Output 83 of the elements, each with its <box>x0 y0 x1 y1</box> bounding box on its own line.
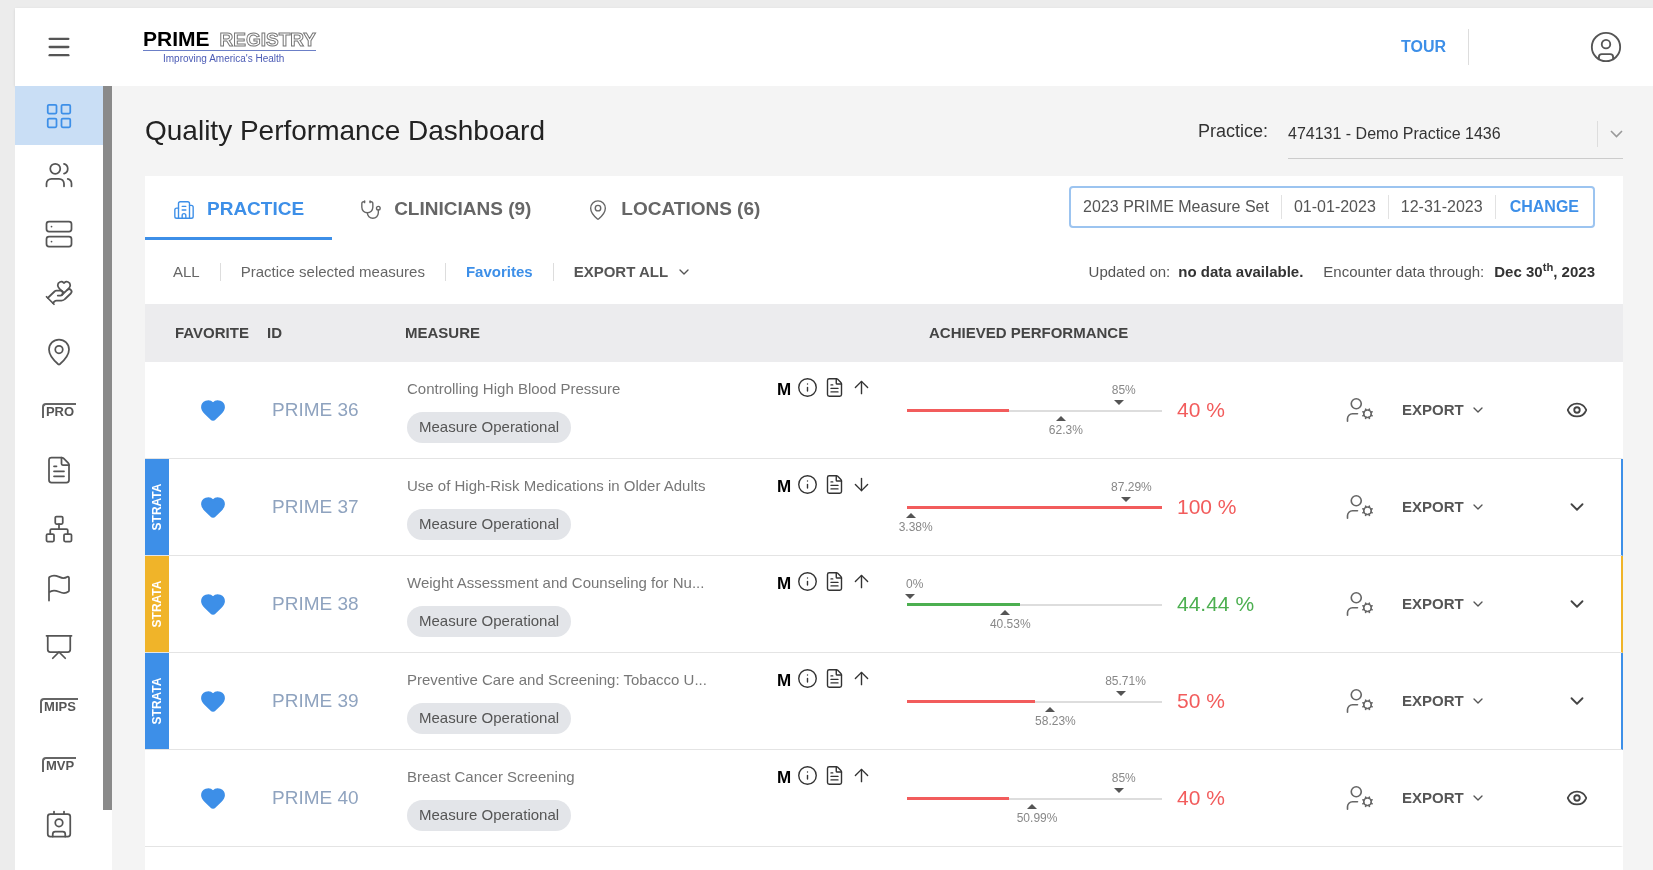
practice-select[interactable]: 474131 - Demo Practice 1436 <box>1288 109 1623 159</box>
performance-value: 44.44 % <box>1177 591 1255 618</box>
practice-label: Practice: <box>1197 119 1268 143</box>
page-title: Quality Performance Dashboard <box>145 114 545 148</box>
export-button[interactable]: EXPORT <box>1402 398 1486 422</box>
export-all-button[interactable]: EXPORT ALL <box>573 260 693 284</box>
info-icon[interactable] <box>797 571 819 592</box>
measure-type-label: M <box>777 670 792 692</box>
column-header: MEASURE <box>405 322 481 343</box>
info-icon[interactable] <box>797 377 819 398</box>
benchmark-label: 85.71% <box>1105 675 1146 687</box>
benchmark-label: 85% <box>1111 772 1136 784</box>
benchmark-label: 87.29% <box>1111 481 1152 493</box>
favorite-heart-icon[interactable] <box>200 688 226 714</box>
benchmark-label: 0% <box>905 578 924 590</box>
average-label: 58.23% <box>1035 715 1076 727</box>
strata-tag: STRATA <box>145 556 169 652</box>
strata-tag: STRATA <box>145 459 169 555</box>
measure-type-label: M <box>777 767 792 789</box>
updated-value: no data available. <box>1178 261 1304 282</box>
user-settings-icon[interactable] <box>1344 686 1375 716</box>
tab[interactable]: LOCATIONS (6) <box>559 182 789 240</box>
start-date[interactable]: 01-01-2023 <box>1281 195 1389 219</box>
server-icon <box>44 218 74 249</box>
performance-value: 100 % <box>1177 494 1237 521</box>
favorite-heart-icon[interactable] <box>200 494 226 520</box>
status-chip: Measure Operational <box>407 412 572 443</box>
user-settings-icon[interactable] <box>1344 783 1375 813</box>
updated-label: Updated on: <box>1088 261 1171 282</box>
contact-card-icon <box>44 808 74 839</box>
sidebar-item[interactable]: MVP <box>15 735 103 794</box>
benchmark-label: 85% <box>1111 384 1136 396</box>
user-avatar-icon[interactable] <box>1589 30 1623 64</box>
average-label: 50.99% <box>1016 812 1058 824</box>
network-icon <box>44 513 74 544</box>
favorite-heart-icon[interactable] <box>200 397 226 423</box>
tab[interactable]: CLINICIANS (9) <box>332 182 560 240</box>
filter-link[interactable]: Practice selected measures <box>240 260 425 284</box>
status-chip: Measure Operational <box>407 509 572 540</box>
measure-name: Controlling High Blood Pressure <box>407 378 622 399</box>
info-icon[interactable] <box>797 474 819 495</box>
measure-name: Use of High-Risk Medications in Older Adults <box>407 475 707 496</box>
measure-type-label: M <box>777 476 792 498</box>
end-date[interactable]: 12-31-2023 <box>1388 195 1496 219</box>
measure-name: Preventive Care and Screening: Tobacco U... <box>407 669 708 690</box>
status-chip: Measure Operational <box>407 800 572 831</box>
measure-name: Weight Assessment and Counseling for Nu... <box>407 572 706 593</box>
performance-value: 50 % <box>1177 688 1225 715</box>
user-settings-icon[interactable] <box>1344 395 1375 425</box>
favorite-heart-icon[interactable] <box>200 785 226 811</box>
performance-value: 40 % <box>1177 785 1225 812</box>
export-button[interactable]: EXPORT <box>1402 689 1486 713</box>
encounter-value: Dec 30$^{th}$, 2023 <box>1494 260 1595 282</box>
measure-name: Breast Cancer Screening <box>407 766 576 787</box>
building-icon <box>173 198 195 221</box>
column-header: ACHIEVED PERFORMANCE <box>929 322 1129 343</box>
user-settings-icon[interactable] <box>1344 492 1375 522</box>
average-label: 3.38% <box>898 521 933 533</box>
average-label: 40.53% <box>989 618 1031 630</box>
info-icon[interactable] <box>797 765 819 786</box>
export-button[interactable]: EXPORT <box>1402 786 1486 810</box>
performance-value: 40 % <box>1177 397 1225 424</box>
stethoscope-icon <box>360 198 383 221</box>
measure-type-label: M <box>777 573 792 595</box>
favorite-heart-icon[interactable] <box>200 591 226 617</box>
sidebar-item[interactable]: PRO <box>15 381 103 440</box>
info-icon[interactable] <box>797 668 819 689</box>
measure-type-label: M <box>777 379 792 401</box>
status-chip: Measure Operational <box>407 606 572 637</box>
sidebar-item[interactable]: MIPS <box>15 676 103 735</box>
column-header: ID <box>267 322 283 343</box>
status-chip: Measure Operational <box>407 703 572 734</box>
strata-tag: STRATA <box>145 653 169 749</box>
caret-icon <box>1610 129 1623 138</box>
encounter-label: Encounter data through: <box>1323 261 1485 282</box>
measure-set-name[interactable]: 2023 PRIME Measure Set <box>1071 195 1282 219</box>
export-button[interactable]: EXPORT <box>1402 495 1486 519</box>
export-button[interactable]: EXPORT <box>1402 592 1486 616</box>
user-settings-icon[interactable] <box>1344 589 1375 619</box>
average-label: 62.3% <box>1048 424 1083 436</box>
logo: PRIME REGISTRY Improving America's Health <box>143 28 316 66</box>
column-header: FAVORITE <box>175 322 250 343</box>
filter-link[interactable]: ALL <box>173 260 200 284</box>
